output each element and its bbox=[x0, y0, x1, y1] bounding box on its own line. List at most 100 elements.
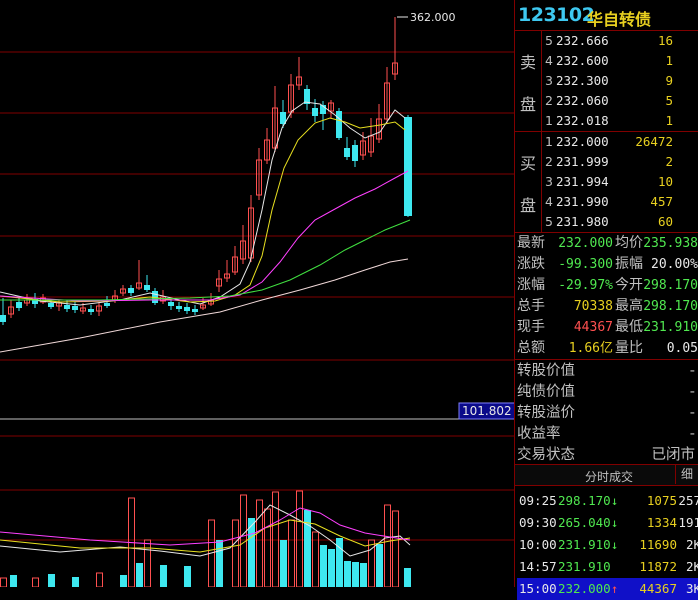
kline-chart[interactable]: 362.000 101.802 bbox=[0, 0, 514, 587]
bid-book: 买 盘 1 232.000 26472 2 231.999 2 3 231.994 10 4 231… bbox=[515, 132, 698, 233]
ask-row[interactable]: 2 232.060 5 bbox=[545, 91, 695, 111]
bid-volume: 26472 bbox=[635, 134, 673, 149]
stat-label: 最新 bbox=[517, 235, 545, 251]
bid-price: 231.990 bbox=[556, 194, 609, 209]
ma10-line bbox=[0, 117, 406, 303]
candle-body-down bbox=[312, 108, 318, 116]
tick-volume: 1334 bbox=[646, 515, 677, 530]
tick-time: 14:57 bbox=[519, 559, 557, 574]
ask-price: 232.666 bbox=[556, 33, 609, 48]
candle-body-down bbox=[0, 315, 6, 322]
stat-value: 70338 bbox=[573, 299, 613, 314]
quote-header: 123102 华自转债 bbox=[515, 0, 698, 31]
bid-volume: 457 bbox=[650, 194, 673, 209]
volume-bar-down bbox=[328, 549, 335, 587]
tick-row[interactable]: 15:00 232.000 ↑ 44367 3K bbox=[517, 578, 698, 600]
volume-bar-down bbox=[120, 575, 127, 587]
volume-bar-up bbox=[264, 508, 271, 587]
tick-count: 3K bbox=[685, 581, 698, 596]
stat-value: 232.000 bbox=[558, 236, 613, 251]
bid-row[interactable]: 3 231.994 10 bbox=[545, 172, 695, 192]
volume-bar-down bbox=[360, 563, 367, 587]
ask-row[interactable]: 1 232.018 1 bbox=[545, 111, 695, 131]
ask-row[interactable]: 3 232.300 9 bbox=[545, 71, 695, 91]
tick-row[interactable]: 14:57 231.910 11872 2K bbox=[517, 556, 698, 578]
bid-row[interactable]: 2 231.999 2 bbox=[545, 152, 695, 172]
candle-body-down bbox=[176, 306, 182, 309]
stat-label: 总手 bbox=[517, 298, 545, 314]
candle-body-down bbox=[352, 145, 358, 161]
stat-value: -29.97% bbox=[558, 278, 613, 293]
stat-value: -99.300 bbox=[558, 257, 613, 272]
stat-label: 最低 bbox=[615, 319, 643, 335]
valuation-label: 交易状态 bbox=[517, 447, 575, 463]
candle-body-down bbox=[144, 285, 150, 290]
tick-row[interactable]: 09:30 265.040 ↓ 1334 191 bbox=[517, 512, 698, 534]
security-code: 123102 bbox=[518, 4, 595, 26]
tick-direction-arrow-icon: ↑ bbox=[611, 582, 619, 596]
tick-volume: 44367 bbox=[639, 581, 677, 596]
tick-direction-arrow-icon: ↓ bbox=[611, 516, 619, 530]
bid-row[interactable]: 1 232.000 26472 bbox=[545, 132, 695, 152]
tick-row[interactable]: 09:25 298.170 ↓ 1075 257 bbox=[517, 490, 698, 512]
moving-average-lines bbox=[0, 101, 411, 353]
buy-side-label: 买 盘 bbox=[515, 132, 542, 232]
ask-volume: 16 bbox=[657, 33, 673, 48]
bid-row[interactable]: 4 231.990 457 bbox=[545, 192, 695, 212]
stat-label: 量比 bbox=[615, 340, 643, 356]
volume-bars bbox=[0, 490, 411, 587]
ask-price: 232.600 bbox=[556, 53, 609, 68]
ask-row[interactable]: 5 232.666 16 bbox=[545, 31, 695, 51]
ask-level: 1 bbox=[545, 113, 553, 128]
bid-volume: 10 bbox=[657, 174, 673, 189]
volume-bar-down bbox=[136, 563, 143, 587]
bid-price: 231.994 bbox=[556, 174, 609, 189]
volume-bar-up bbox=[288, 519, 295, 587]
tick-price: 231.910 bbox=[558, 537, 611, 552]
volume-bar-up bbox=[96, 572, 103, 587]
stat-row: 涨跌 -99.300 振幅 20.00% bbox=[517, 254, 698, 275]
tick-count: 191 bbox=[678, 515, 698, 530]
volume-bar-up bbox=[256, 499, 263, 587]
volume-bar-up bbox=[0, 577, 7, 587]
volume-bar-down bbox=[10, 575, 17, 587]
valuation-row: 交易状态 已闭市 bbox=[517, 445, 697, 466]
bond-valuation: 转股价值 - 纯债价值 - 转股溢价 - 收益率 - 交易状态 已闭市 bbox=[515, 360, 698, 465]
candle-body-down bbox=[128, 288, 134, 293]
ask-volume: 1 bbox=[665, 53, 673, 68]
stat-value: 298.170 bbox=[643, 299, 698, 314]
candle-body-down bbox=[404, 117, 412, 216]
high-price-label: 362.000 bbox=[410, 11, 456, 24]
candle-body-down bbox=[48, 303, 54, 307]
candle-body-down bbox=[72, 306, 78, 310]
volume-bar-up bbox=[392, 510, 399, 587]
candle-body-down bbox=[336, 111, 342, 138]
quote-stats: 最新 232.000 均价 235.938 涨跌 -99.300 振幅 20.00% 涨幅 -29… bbox=[515, 233, 698, 360]
volume-ma10-line bbox=[0, 519, 411, 553]
candle-body-down bbox=[168, 302, 174, 306]
stat-label: 振幅 bbox=[615, 256, 643, 272]
ask-price: 232.060 bbox=[556, 93, 609, 108]
bid-level: 5 bbox=[545, 214, 553, 229]
bid-row[interactable]: 5 231.980 60 bbox=[545, 212, 695, 232]
ask-level: 4 bbox=[545, 53, 553, 68]
stat-label: 现手 bbox=[517, 319, 545, 335]
candle-body-down bbox=[184, 307, 190, 311]
candle-body-down bbox=[88, 309, 94, 312]
volume-bar-down bbox=[72, 577, 79, 587]
ask-row[interactable]: 4 232.600 1 bbox=[545, 51, 695, 71]
tick-time: 09:25 bbox=[519, 493, 557, 508]
stat-row: 总手 70338 最高 298.170 bbox=[517, 296, 698, 317]
valuation-value: - bbox=[689, 426, 695, 442]
ask-level: 3 bbox=[545, 73, 553, 88]
stat-label: 均价 bbox=[615, 235, 643, 251]
tick-price: 298.170 bbox=[558, 493, 611, 508]
volume-bar-down bbox=[344, 561, 351, 587]
candlesticks bbox=[0, 17, 412, 325]
tick-row[interactable]: 10:00 231.910 ↓ 11690 2K bbox=[517, 534, 698, 556]
ticks-detail-button[interactable]: 细 bbox=[675, 465, 698, 484]
stat-value: 0.05 bbox=[666, 341, 698, 356]
valuation-value: - bbox=[689, 363, 695, 379]
candle-body-down bbox=[104, 303, 110, 306]
ask-level: 2 bbox=[545, 93, 553, 108]
